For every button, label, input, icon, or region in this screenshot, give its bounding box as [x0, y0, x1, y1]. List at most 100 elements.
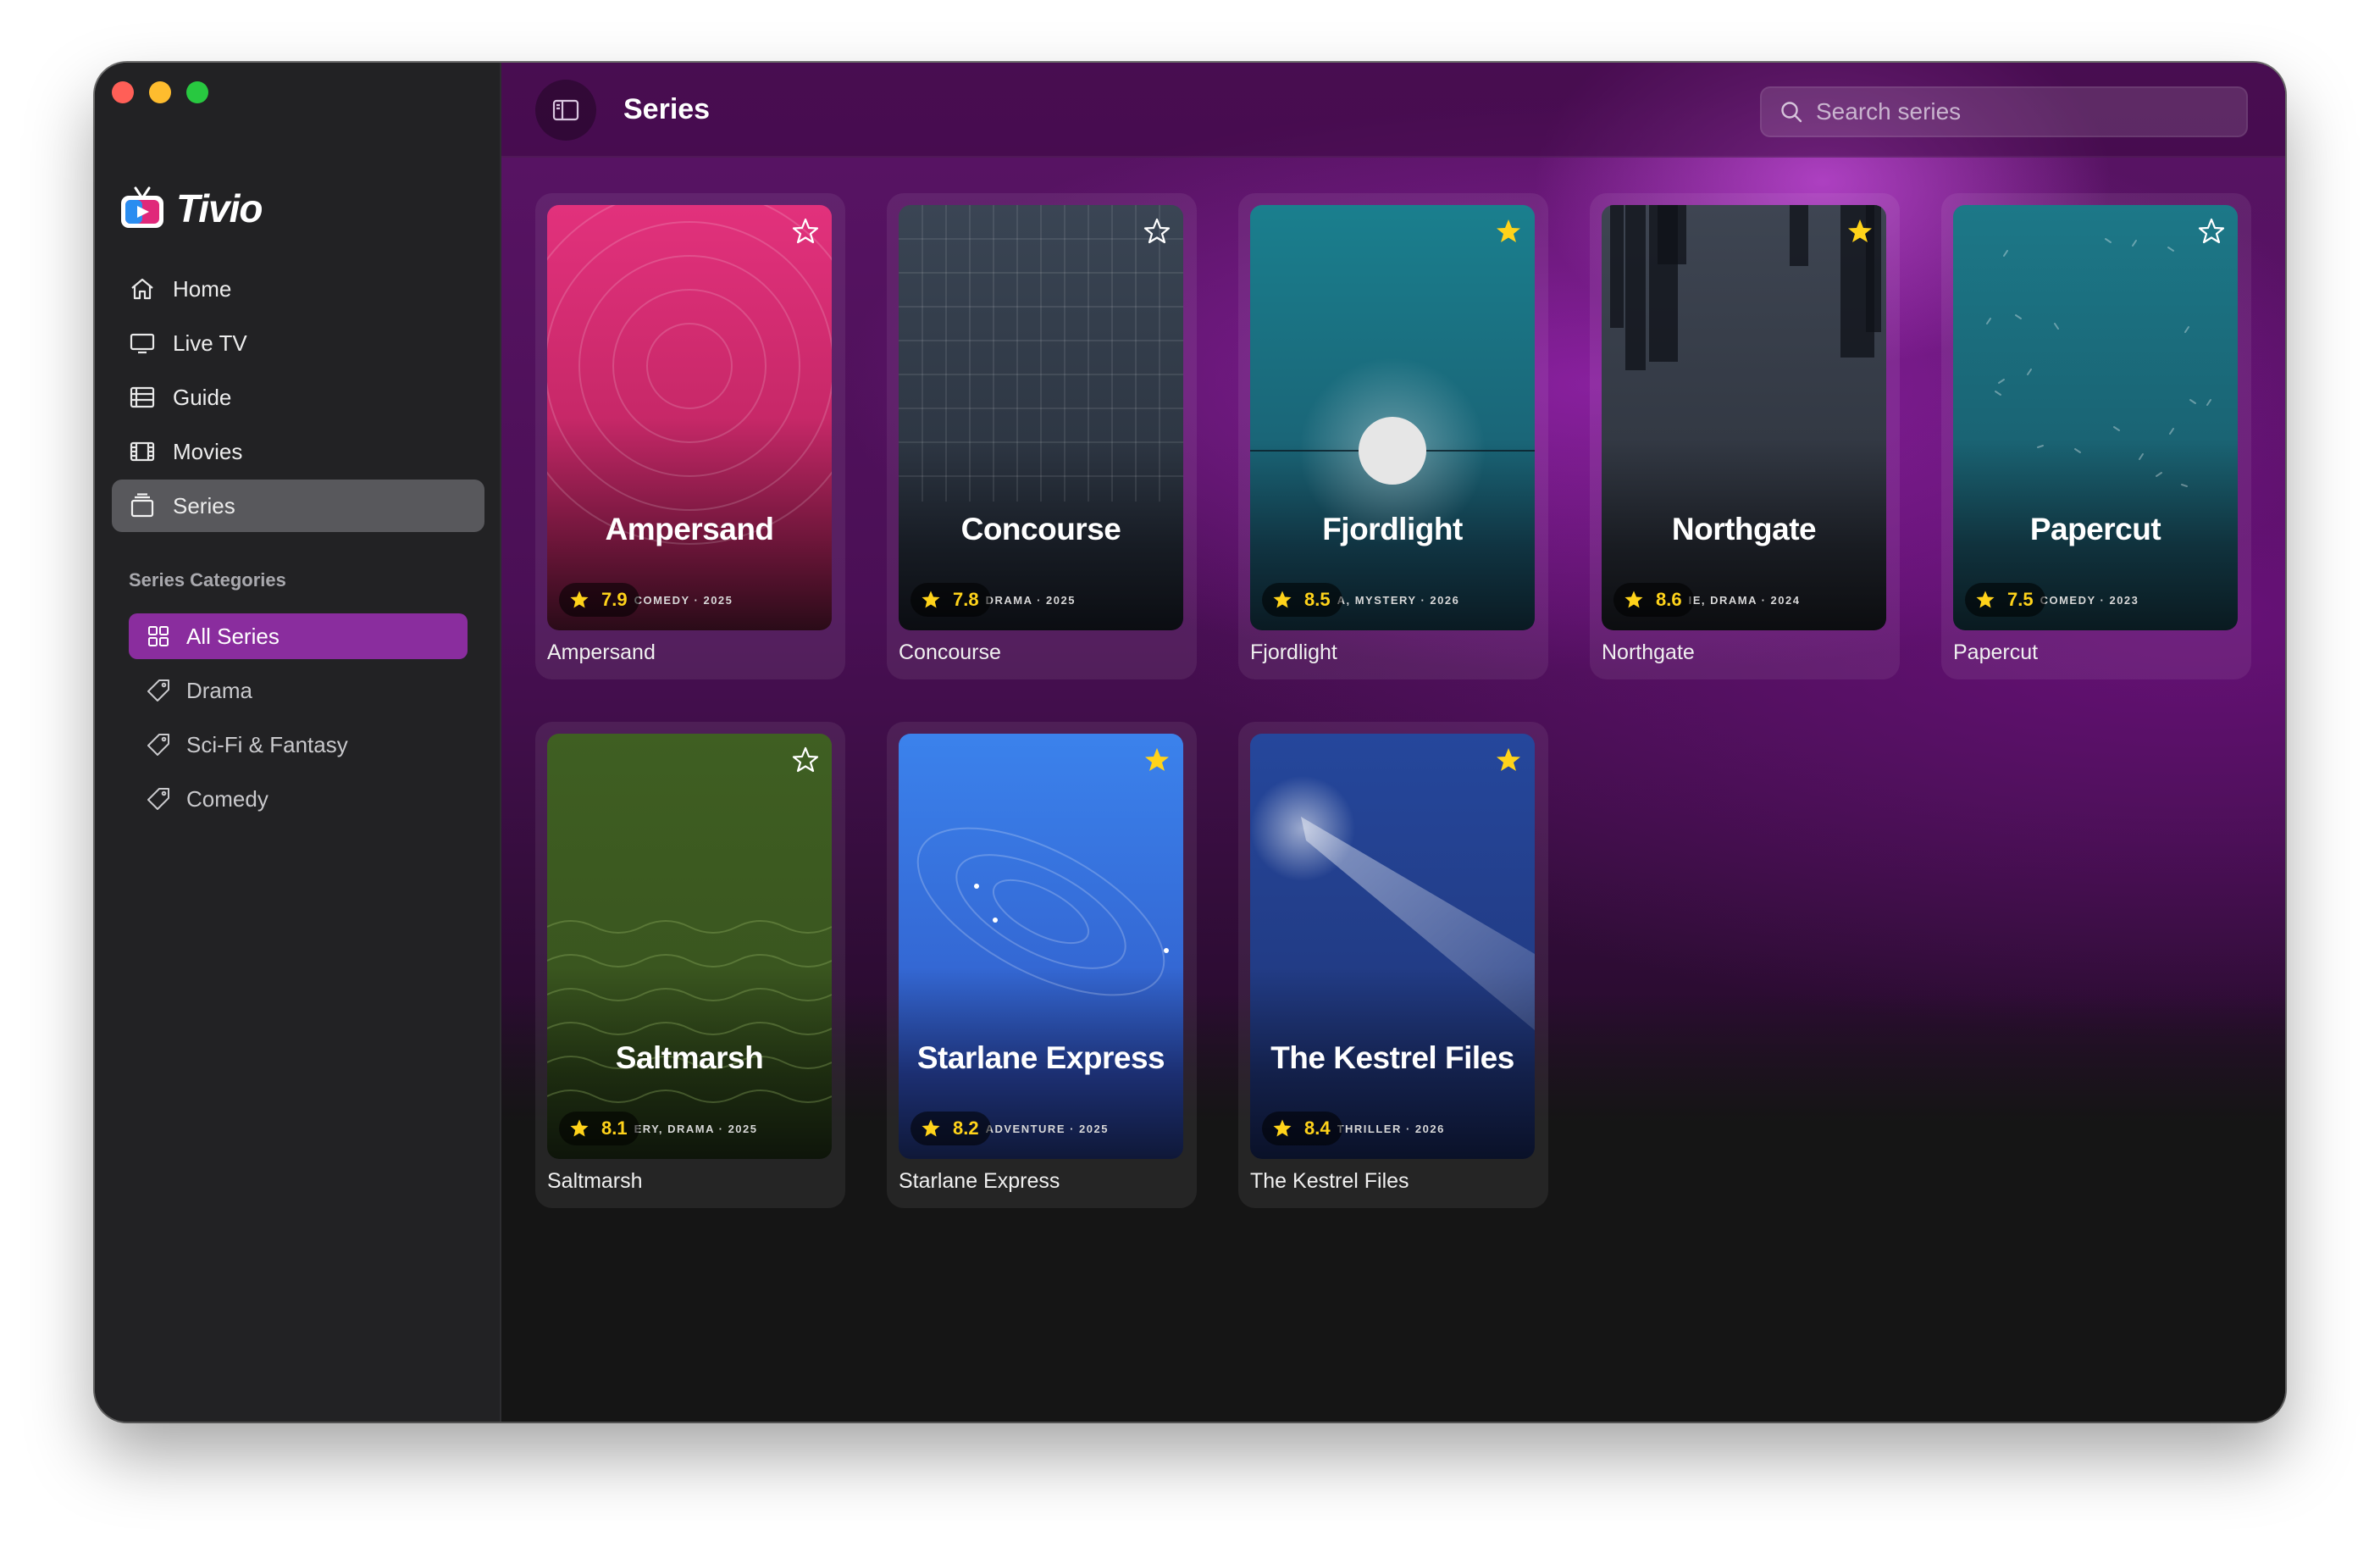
nav-item-series[interactable]: Series: [112, 480, 484, 532]
main-nav: Home Live TV Guide Movies Series: [112, 263, 484, 534]
nav-item-label: Live TV: [173, 330, 247, 356]
poster-meta: 7.9 COMEDY · 2025: [559, 583, 823, 617]
poster-meta: 8.1 ERY, DRAMA · 2025: [559, 1112, 823, 1145]
main-content: Series Search series Ampersand 7.9 COMED…: [501, 63, 2285, 1422]
category-sci-fi-fantasy[interactable]: Sci-Fi & Fantasy: [129, 722, 468, 768]
favorite-star-icon[interactable]: [1494, 746, 1523, 774]
rating-value: 8.1: [601, 1117, 628, 1139]
sidebar: Tivio Home Live TV Guide Movies Series S…: [95, 63, 501, 1422]
poster-artwork: [1602, 205, 1886, 630]
categories-list: All Series Drama Sci-Fi & Fantasy Comedy: [129, 613, 468, 830]
rating-star-icon: [1273, 1119, 1292, 1137]
minimize-window-button[interactable]: [149, 81, 171, 103]
series-poster[interactable]: Papercut 7.5 COMEDY · 2023: [1953, 205, 2238, 630]
category-label: Drama: [186, 677, 253, 703]
series-card-ampersand[interactable]: Ampersand 7.9 COMEDY · 2025 Ampersand: [535, 193, 845, 679]
poster-artwork: [547, 734, 832, 1159]
rating-value: 7.5: [2007, 589, 2034, 610]
toolbar: Series: [501, 63, 2285, 158]
rating-value: 8.4: [1304, 1117, 1331, 1139]
favorite-star-icon[interactable]: [2197, 217, 2226, 246]
app-window: Tivio Home Live TV Guide Movies Series S…: [95, 63, 2285, 1422]
favorite-star-icon[interactable]: [1494, 217, 1523, 246]
rating-badge: 8.6: [1613, 583, 1694, 617]
poster-artwork: [1250, 205, 1535, 630]
favorite-star-icon[interactable]: [1143, 746, 1171, 774]
favorite-star-icon[interactable]: [791, 746, 820, 774]
tag-icon: [147, 788, 169, 810]
rating-star-icon: [1273, 591, 1292, 608]
nav-item-home[interactable]: Home: [112, 263, 484, 315]
nav-item-live-tv[interactable]: Live TV: [112, 317, 484, 369]
series-title: Saltmarsh: [547, 1169, 643, 1193]
poster-artwork: [1953, 205, 2238, 630]
genre-year: A, MYSTERY · 2026: [1337, 593, 1460, 607]
favorite-star-icon[interactable]: [791, 217, 820, 246]
series-card-starlane-express[interactable]: Starlane Express 8.2 ADVENTURE · 2025 St…: [887, 722, 1197, 1208]
series-title: Ampersand: [547, 640, 656, 664]
rating-star-icon: [1976, 591, 1995, 608]
rating-star-icon: [570, 1119, 589, 1137]
zoom-window-button[interactable]: [186, 81, 208, 103]
toggle-sidebar-button[interactable]: [535, 80, 596, 141]
nav-item-label: Guide: [173, 384, 232, 410]
rating-value: 7.8: [953, 589, 979, 610]
rating-badge: 8.1: [559, 1112, 639, 1145]
poster-artwork: [547, 205, 832, 630]
nav-item-movies[interactable]: Movies: [112, 425, 484, 478]
nav-item-label: Movies: [173, 438, 243, 464]
poster-title: Northgate: [1671, 512, 1817, 546]
rating-badge: 7.5: [1965, 583, 2045, 617]
film-icon: [130, 441, 155, 462]
series-poster[interactable]: Northgate 8.6 IE, DRAMA · 2024: [1602, 205, 1886, 630]
home-icon: [131, 278, 153, 300]
close-window-button[interactable]: [112, 81, 134, 103]
series-poster[interactable]: Starlane Express 8.2 ADVENTURE · 2025: [899, 734, 1183, 1159]
rating-badge: 8.4: [1262, 1112, 1342, 1145]
series-title: Papercut: [1953, 640, 2039, 664]
genre-year: IE, DRAMA · 2024: [1688, 593, 1801, 607]
series-card-papercut[interactable]: Papercut 7.5 COMEDY · 2023 Papercut: [1941, 193, 2251, 679]
nav-item-label: Home: [173, 275, 232, 302]
poster-meta: 8.2 ADVENTURE · 2025: [910, 1112, 1175, 1145]
series-icon: [130, 493, 154, 518]
search-box[interactable]: [1760, 86, 2248, 137]
rating-value: 7.9: [601, 589, 628, 610]
category-drama[interactable]: Drama: [129, 668, 468, 713]
series-card-northgate[interactable]: Northgate 8.6 IE, DRAMA · 2024 Northgate: [1590, 193, 1900, 679]
rating-value: 8.5: [1304, 589, 1331, 610]
grid-icon: [148, 626, 169, 646]
series-title: Starlane Express: [899, 1169, 1060, 1193]
rating-badge: 8.5: [1262, 583, 1342, 617]
poster-artwork: [899, 734, 1183, 1159]
poster-meta: 8.5 A, MYSTERY · 2026: [1262, 583, 1526, 617]
series-card-concourse[interactable]: Concourse 7.8 DRAMA · 2025 Concourse: [887, 193, 1197, 679]
poster-artwork: [1250, 734, 1535, 1159]
poster-meta: 8.4 THRILLER · 2026: [1262, 1112, 1526, 1145]
series-title: The Kestrel Files: [1250, 1169, 1409, 1193]
series-poster[interactable]: The Kestrel Files 8.4 THRILLER · 2026: [1250, 734, 1535, 1159]
nav-item-guide[interactable]: Guide: [112, 371, 484, 424]
series-card-the-kestrel-files[interactable]: The Kestrel Files 8.4 THRILLER · 2026 Th…: [1238, 722, 1548, 1208]
poster-title: Fjordlight: [1322, 512, 1463, 546]
category-label: Comedy: [186, 785, 268, 812]
category-all-series[interactable]: All Series: [129, 613, 468, 659]
favorite-star-icon[interactable]: [1846, 217, 1874, 246]
series-poster[interactable]: Fjordlight 8.5 A, MYSTERY · 2026: [1250, 205, 1535, 630]
series-poster[interactable]: Saltmarsh 8.1 ERY, DRAMA · 2025: [547, 734, 832, 1159]
guide-icon: [130, 386, 155, 408]
rating-star-icon: [570, 591, 589, 608]
series-card-saltmarsh[interactable]: Saltmarsh 8.1 ERY, DRAMA · 2025 Saltmars…: [535, 722, 845, 1208]
search-icon: [1781, 102, 1802, 123]
series-poster[interactable]: Ampersand 7.9 COMEDY · 2025: [547, 205, 832, 630]
poster-title: Saltmarsh: [615, 1040, 764, 1075]
search-input[interactable]: [1816, 98, 2222, 125]
genre-year: COMEDY · 2025: [634, 593, 733, 607]
series-poster[interactable]: Concourse 7.8 DRAMA · 2025: [899, 205, 1183, 630]
category-comedy[interactable]: Comedy: [129, 776, 468, 822]
series-card-fjordlight[interactable]: Fjordlight 8.5 A, MYSTERY · 2026 Fjordli…: [1238, 193, 1548, 679]
series-title: Northgate: [1602, 640, 1695, 664]
poster-meta: 7.8 DRAMA · 2025: [910, 583, 1175, 617]
favorite-star-icon[interactable]: [1143, 217, 1171, 246]
rating-value: 8.6: [1656, 589, 1682, 610]
